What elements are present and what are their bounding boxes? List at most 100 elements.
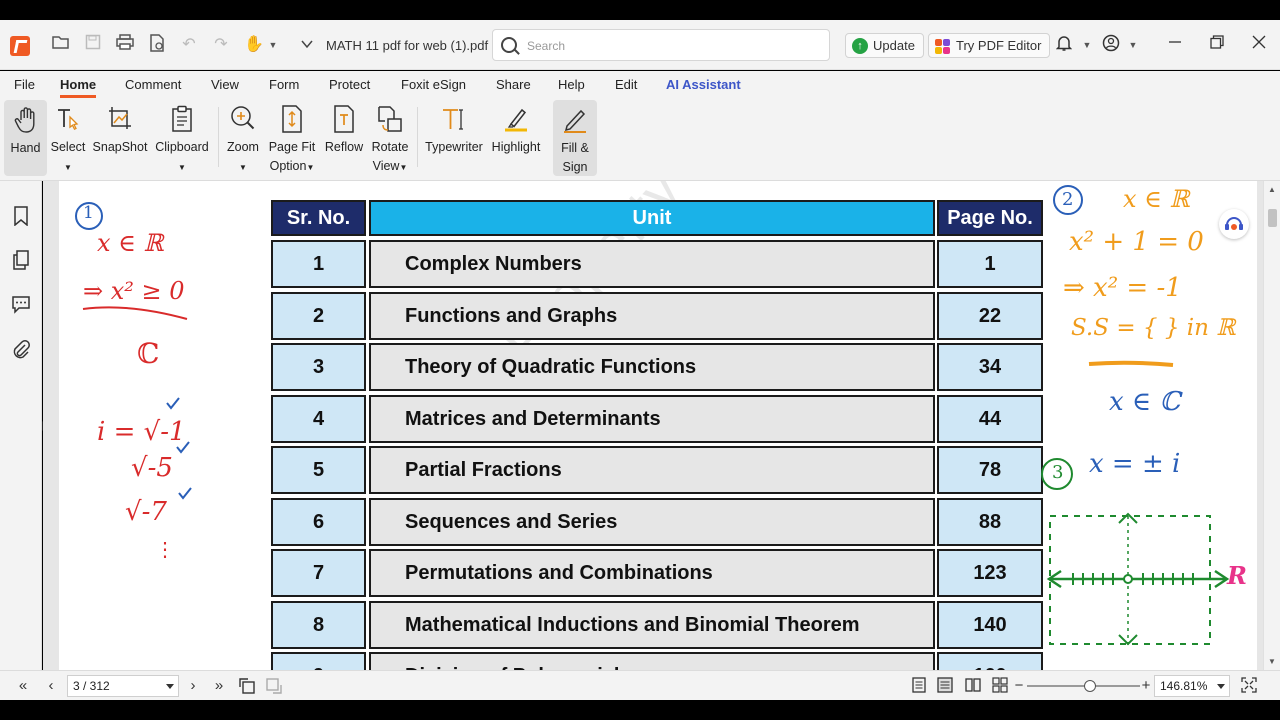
comments-icon[interactable] xyxy=(11,294,31,314)
search-icon xyxy=(501,37,517,53)
zoom-button[interactable]: Zoom ▼ xyxy=(226,99,260,175)
document-view[interactable]: Property of PECTAA Textbook Sr. No. Unit… xyxy=(43,181,1263,670)
account-icon[interactable] xyxy=(1100,34,1122,56)
row-unit-name: Partial Fractions xyxy=(369,446,935,494)
row-page-no: 160 xyxy=(937,652,1043,670)
previous-page-icon[interactable]: ‹ xyxy=(42,677,60,695)
previous-view-icon[interactable] xyxy=(238,677,256,695)
fill-sign-label: Fill & Sign xyxy=(561,141,589,174)
first-page-icon[interactable]: « xyxy=(14,677,32,695)
document-properties-icon[interactable] xyxy=(146,34,168,56)
rotate-view-button[interactable]: Rotate View▼ xyxy=(370,99,410,175)
row-unit-name: Functions and Graphs xyxy=(369,291,935,340)
annotation-circle-1: 1 xyxy=(83,203,94,223)
update-arrow-icon: ↑ xyxy=(852,38,868,54)
last-page-icon[interactable]: » xyxy=(210,677,228,695)
scrollbar-thumb[interactable] xyxy=(1268,209,1277,227)
annotation-right-x-in-r: x ∈ ℝ xyxy=(1123,185,1190,213)
menu-bar: File Home Comment View Form Protect Foxi… xyxy=(0,71,1280,99)
zoom-dropdown-icon[interactable] xyxy=(1217,684,1225,689)
update-button[interactable]: ↑ Update xyxy=(845,33,924,58)
document-dropdown-icon[interactable] xyxy=(300,37,314,56)
attachment-icon[interactable] xyxy=(11,339,31,359)
row-page-no: 140 xyxy=(937,600,1043,649)
full-screen-icon[interactable] xyxy=(1240,677,1258,695)
menu-comment[interactable]: Comment xyxy=(125,77,181,92)
annotation-right-eq1: x² + 1 = 0 xyxy=(1069,227,1204,257)
row-unit-name: Sequences and Series xyxy=(369,497,935,546)
minimize-icon[interactable] xyxy=(1163,34,1187,56)
next-view-icon[interactable] xyxy=(265,677,283,695)
menu-share[interactable]: Share xyxy=(496,77,531,92)
title-bar: ↶ ↷ ✋ ▼ MATH 11 pdf for web (1).pdf ↑ Up… xyxy=(0,20,1280,70)
scroll-down-arrow-icon[interactable]: ▼ xyxy=(1268,657,1276,666)
snapshot-button[interactable]: SnapShot xyxy=(92,99,148,175)
zoom-out-icon[interactable]: − xyxy=(1010,677,1028,695)
zoom-in-icon[interactable]: + xyxy=(1137,677,1155,695)
row-unit-name: Permutations and Combinations xyxy=(369,549,935,597)
save-icon[interactable] xyxy=(82,34,104,56)
menu-protect[interactable]: Protect xyxy=(329,77,370,92)
bottom-letterbox xyxy=(0,700,1280,720)
row-page-no: 88 xyxy=(937,497,1043,546)
clipboard-button[interactable]: Clipboard ▼ xyxy=(153,99,211,175)
menu-home[interactable]: Home xyxy=(60,77,97,98)
rotate-view-icon xyxy=(377,105,403,133)
page-fit-icon xyxy=(279,105,305,133)
zoom-label: Zoom ▼ xyxy=(227,140,259,172)
scroll-up-arrow-icon[interactable]: ▲ xyxy=(1268,185,1276,194)
search-input[interactable] xyxy=(527,37,817,55)
zoom-level-input[interactable]: 146.81% xyxy=(1154,675,1230,697)
redo-icon[interactable]: ↷ xyxy=(210,34,232,56)
foxit-logo-icon xyxy=(10,36,30,56)
select-text-icon xyxy=(55,105,81,133)
ribbon-separator xyxy=(417,107,418,167)
zoom-level-text: 146.81% xyxy=(1160,679,1208,693)
print-icon[interactable] xyxy=(114,34,136,56)
quick-access-dropdown-icon[interactable]: ▼ xyxy=(262,34,284,56)
typewriter-button[interactable]: Typewriter xyxy=(424,99,484,175)
page-thumbnails-icon[interactable] xyxy=(11,250,31,270)
highlight-button[interactable]: Highlight xyxy=(488,99,544,175)
top-letterbox xyxy=(0,0,1280,20)
ai-assistant-float-icon[interactable] xyxy=(1219,209,1249,239)
close-window-icon[interactable] xyxy=(1247,34,1271,56)
highlight-icon xyxy=(503,105,529,133)
notification-dropdown-icon[interactable]: ▼ xyxy=(1076,34,1098,56)
continuous-page-view-icon[interactable] xyxy=(936,677,954,695)
menu-foxit-esign[interactable]: Foxit eSign xyxy=(401,77,466,92)
reflow-button[interactable]: Reflow xyxy=(323,99,365,175)
select-tool-button[interactable]: Select ▼ xyxy=(50,99,86,175)
pdf-page: Property of PECTAA Textbook Sr. No. Unit… xyxy=(59,181,1257,670)
reflow-label: Reflow xyxy=(324,140,364,154)
row-unit-name: Complex Numbers xyxy=(369,240,935,288)
single-page-view-icon[interactable] xyxy=(910,677,928,695)
page-dropdown-icon[interactable] xyxy=(166,684,174,689)
zoom-icon xyxy=(230,105,256,133)
menu-edit[interactable]: Edit xyxy=(615,77,637,92)
restore-window-icon[interactable] xyxy=(1205,34,1229,56)
facing-pages-view-icon[interactable] xyxy=(964,677,982,695)
undo-icon[interactable]: ↶ xyxy=(178,34,200,56)
try-pdf-editor-button[interactable]: Try PDF Editor xyxy=(928,33,1051,58)
open-folder-icon[interactable] xyxy=(50,34,72,56)
zoom-slider-knob[interactable] xyxy=(1084,680,1096,692)
hand-tool-button[interactable]: Hand xyxy=(4,100,47,176)
page-fit-option-button[interactable]: Page Fit Option▼ xyxy=(268,99,316,175)
menu-file[interactable]: File xyxy=(14,77,35,92)
continuous-facing-view-icon[interactable] xyxy=(991,677,1009,695)
account-dropdown-icon[interactable]: ▼ xyxy=(1122,34,1144,56)
menu-ai-assistant[interactable]: AI Assistant xyxy=(666,77,741,92)
fill-sign-button[interactable]: Fill & Sign xyxy=(553,100,597,176)
search-box[interactable] xyxy=(492,29,830,61)
snapshot-label: SnapShot xyxy=(92,140,148,154)
vertical-scrollbar[interactable]: ▲ ▼ xyxy=(1263,181,1280,670)
menu-help[interactable]: Help xyxy=(558,77,585,92)
menu-form[interactable]: Form xyxy=(269,77,299,92)
bookmark-icon[interactable] xyxy=(11,206,31,227)
next-page-icon[interactable]: › xyxy=(184,677,202,695)
menu-view[interactable]: View xyxy=(211,77,239,92)
hand-label: Hand xyxy=(10,141,41,155)
page-number-input[interactable]: 3 / 312 xyxy=(67,675,179,697)
notification-bell-icon[interactable] xyxy=(1053,34,1075,56)
